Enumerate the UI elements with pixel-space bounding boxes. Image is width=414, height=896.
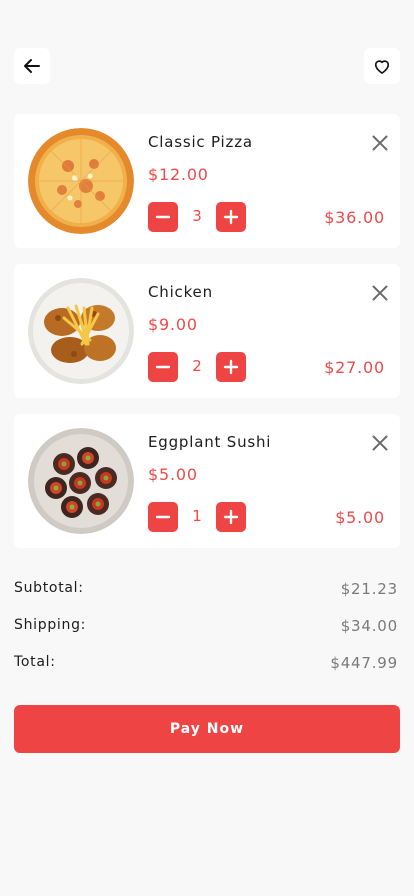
plus-icon [223, 359, 239, 375]
plus-icon [223, 209, 239, 225]
decrease-quantity-button[interactable] [148, 352, 178, 382]
increase-quantity-button[interactable] [216, 352, 246, 382]
item-price: $5.00 [148, 465, 198, 484]
increase-quantity-button[interactable] [216, 202, 246, 232]
line-total: $36.00 [324, 208, 385, 227]
pay-now-button[interactable]: Pay Now [14, 705, 400, 753]
shipping-value: $34.00 [340, 617, 398, 635]
item-price: $12.00 [148, 165, 209, 184]
plus-icon [223, 509, 239, 525]
cart-screen: Classic Pizza $12.00 3 $36.00 Chicken $9… [0, 0, 414, 896]
cart-item-card: Chicken $9.00 2 $27.00 [14, 264, 400, 398]
line-total: $27.00 [324, 358, 385, 377]
subtotal-row: Subtotal: $21.23 [14, 580, 400, 600]
item-name: Classic Pizza [148, 133, 253, 151]
minus-icon [155, 365, 171, 369]
quantity-value: 3 [192, 207, 202, 225]
minus-icon [155, 215, 171, 219]
quantity-value: 2 [192, 357, 202, 375]
shipping-label: Shipping: [14, 617, 87, 633]
decrease-quantity-button[interactable] [148, 202, 178, 232]
minus-icon [155, 515, 171, 519]
item-price: $9.00 [148, 315, 198, 334]
shipping-row: Shipping: $34.00 [14, 617, 400, 637]
remove-item-button[interactable] [368, 281, 392, 305]
heart-icon [374, 60, 390, 74]
subtotal-label: Subtotal: [14, 580, 84, 596]
subtotal-value: $21.23 [340, 580, 398, 598]
item-name: Chicken [148, 283, 213, 301]
pizza-image [28, 128, 134, 234]
decrease-quantity-button[interactable] [148, 502, 178, 532]
item-name: Eggplant Sushi [148, 433, 272, 451]
close-icon [372, 285, 388, 301]
remove-item-button[interactable] [368, 131, 392, 155]
fried-chicken-image [28, 278, 134, 384]
quantity-value: 1 [192, 507, 202, 525]
back-button[interactable] [14, 48, 50, 84]
line-total: $5.00 [335, 508, 385, 527]
increase-quantity-button[interactable] [216, 502, 246, 532]
eggplant-sushi-image [28, 428, 134, 534]
total-label: Total: [14, 654, 56, 670]
remove-item-button[interactable] [368, 431, 392, 455]
arrow-left-icon [24, 59, 40, 73]
close-icon [372, 435, 388, 451]
cart-item-card: Eggplant Sushi $5.00 1 $5.00 [14, 414, 400, 548]
close-icon [372, 135, 388, 151]
favorite-button[interactable] [364, 48, 400, 84]
total-row: Total: $447.99 [14, 654, 400, 674]
cart-item-card: Classic Pizza $12.00 3 $36.00 [14, 114, 400, 248]
total-value: $447.99 [330, 654, 398, 672]
